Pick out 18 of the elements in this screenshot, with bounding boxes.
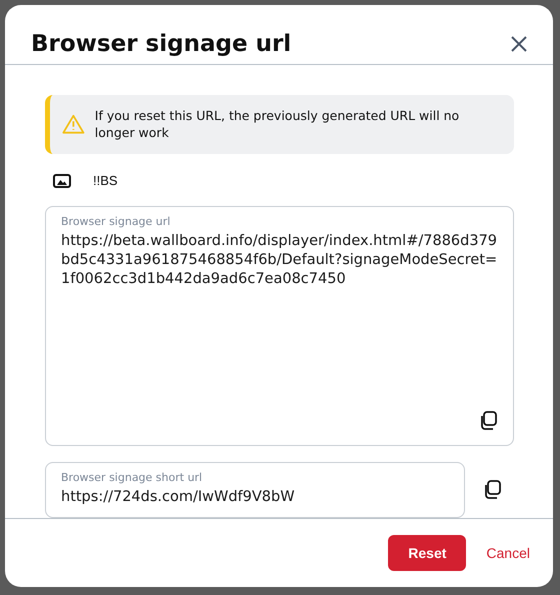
field-value: https://beta.wallboard.info/displayer/index.html#/7886d379bd5c4331a961875468854f6b/Default?signageModeSecret=1f0062cc3d1b442da9ad6c7ea08c7450 — [61, 232, 498, 289]
field-value: https://724ds.com/IwWdf9V8bW — [61, 488, 296, 507]
dialog-title: Browser signage url — [31, 30, 292, 56]
copy-button[interactable] — [483, 480, 501, 500]
close-icon — [511, 36, 527, 52]
copy-icon — [483, 480, 501, 500]
display-name: !!BS — [93, 173, 118, 188]
short-url-field[interactable]: Browser signage short url https://724ds.com/IwWdf9V8bW — [45, 462, 465, 518]
image-icon — [53, 174, 71, 188]
warning-icon — [62, 113, 85, 135]
field-label: Browser signage url — [61, 215, 172, 228]
copy-button[interactable] — [479, 411, 497, 431]
warning-message: If you reset this URL, the previously generated URL will no longer work — [94, 107, 460, 141]
copy-icon — [479, 411, 497, 431]
field-label: Browser signage short url — [61, 471, 204, 484]
reset-button[interactable]: Reset — [388, 535, 466, 571]
cancel-link[interactable]: Cancel — [486, 545, 530, 561]
url-textarea[interactable]: Browser signage url https://beta.wallboard.info/displayer/index.html#/7886d379bd5c4331a961875468854f6b/Default?signageModeSecret=1f0062cc3d1b442da9ad6c7ea08c7450 — [45, 206, 514, 446]
